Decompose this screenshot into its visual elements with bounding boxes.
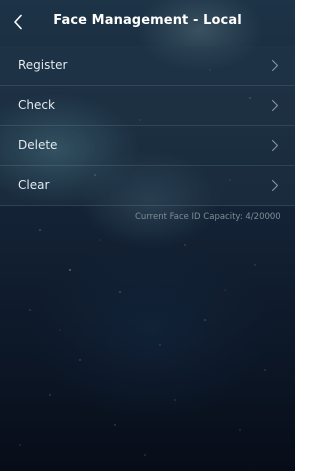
face-id-capacity-text: Current Face ID Capacity: 4/20000	[135, 212, 281, 222]
page-title: Face Management - Local	[53, 13, 242, 28]
menu-list: Register Check Delete Clear	[0, 46, 295, 206]
chevron-right-icon	[272, 180, 278, 191]
face-management-screen: Face Management - Local Register Check D…	[0, 0, 295, 471]
menu-item-register[interactable]: Register	[0, 46, 295, 86]
menu-item-label: Delete	[18, 138, 58, 152]
chevron-right-icon	[272, 100, 278, 111]
menu-item-label: Clear	[18, 178, 50, 192]
menu-item-label: Register	[18, 58, 68, 72]
chevron-left-icon	[14, 14, 22, 30]
back-button[interactable]	[4, 8, 32, 36]
chevron-right-icon	[272, 140, 278, 151]
menu-item-delete[interactable]: Delete	[0, 126, 295, 166]
menu-item-label: Check	[18, 98, 55, 112]
menu-item-check[interactable]: Check	[0, 86, 295, 126]
chevron-right-icon	[272, 60, 278, 71]
header-bar: Face Management - Local	[0, 0, 295, 46]
menu-item-clear[interactable]: Clear	[0, 166, 295, 206]
